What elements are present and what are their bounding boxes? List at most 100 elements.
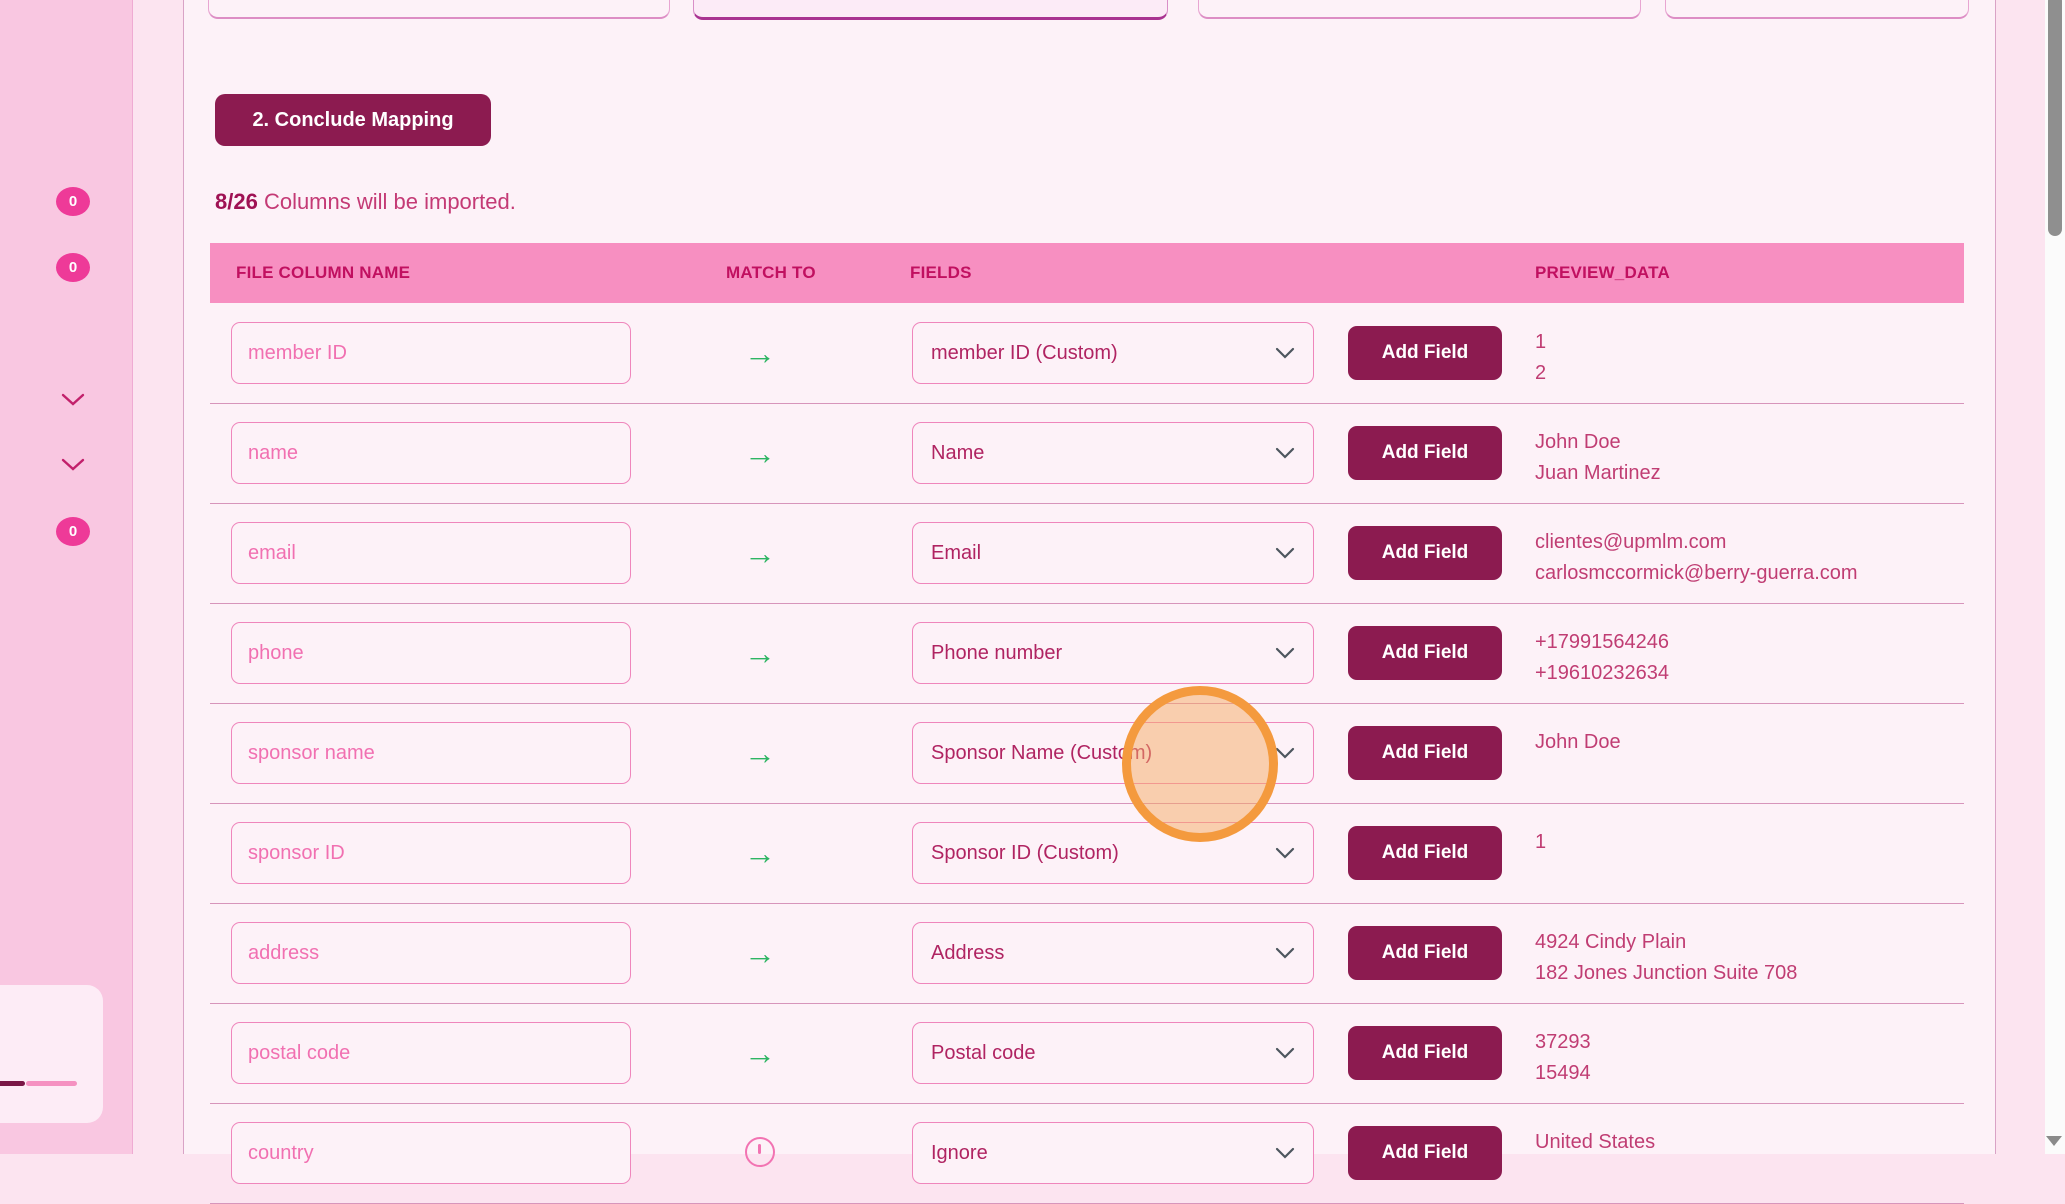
header-match-to: MATCH TO bbox=[726, 243, 816, 303]
field-select[interactable]: Address bbox=[912, 922, 1314, 984]
step-option-box[interactable] bbox=[1665, 0, 1969, 19]
preview-data: United States bbox=[1535, 1127, 1655, 1158]
preview-data: 1 bbox=[1535, 827, 1546, 858]
scroll-down-arrow-icon[interactable] bbox=[2046, 1136, 2062, 1146]
add-field-button[interactable]: Add Field bbox=[1348, 826, 1502, 880]
preview-data: clientes@upmlm.comcarlosmccormick@berry-… bbox=[1535, 527, 1858, 589]
add-field-button[interactable]: Add Field bbox=[1348, 926, 1502, 980]
field-select-label: Phone number bbox=[931, 642, 1062, 665]
add-field-button[interactable]: Add Field bbox=[1348, 626, 1502, 680]
field-select-label: Postal code bbox=[931, 1042, 1036, 1065]
preview-line: Juan Martinez bbox=[1535, 458, 1661, 489]
mapped-arrow-icon: → bbox=[744, 937, 776, 969]
preview-line: 4924 Cindy Plain bbox=[1535, 927, 1797, 958]
mapped-arrow-icon: → bbox=[744, 537, 776, 569]
field-select-label: Name bbox=[931, 442, 984, 465]
preview-line: 182 Jones Junction Suite 708 bbox=[1535, 958, 1797, 989]
match-cell: → bbox=[720, 303, 800, 403]
table-row: → Sponsor ID (Custom) Add Field 1 bbox=[210, 803, 1964, 904]
preview-line: +19610232634 bbox=[1535, 658, 1669, 689]
progress-bar-fill bbox=[0, 1081, 25, 1086]
match-cell: → bbox=[720, 903, 800, 1003]
field-select[interactable]: Postal code bbox=[912, 1022, 1314, 1084]
preview-line: United States bbox=[1535, 1127, 1655, 1158]
add-field-button[interactable]: Add Field bbox=[1348, 726, 1502, 780]
preview-line: clientes@upmlm.com bbox=[1535, 527, 1858, 558]
mapped-arrow-icon: → bbox=[744, 437, 776, 469]
field-select-label: Email bbox=[931, 542, 981, 565]
sidebar-count-badge: 0 bbox=[56, 517, 90, 546]
step-option-box-selected[interactable] bbox=[693, 0, 1168, 20]
chevron-down-icon bbox=[1275, 747, 1295, 759]
preview-line: 37293 bbox=[1535, 1027, 1591, 1058]
sidebar-count-badge: 0 bbox=[56, 187, 90, 216]
chevron-down-icon bbox=[1275, 447, 1295, 459]
import-count: 8/26 bbox=[215, 189, 258, 214]
chevron-down-icon[interactable] bbox=[61, 458, 85, 472]
preview-line: 1 bbox=[1535, 827, 1546, 858]
mapped-arrow-icon: → bbox=[744, 1037, 776, 1069]
field-select[interactable]: Email bbox=[912, 522, 1314, 584]
add-field-button[interactable]: Add Field bbox=[1348, 526, 1502, 580]
table-row: → Sponsor Name (Custom) Add Field John D… bbox=[210, 703, 1964, 804]
field-select-label: member ID (Custom) bbox=[931, 342, 1118, 365]
preview-data: 12 bbox=[1535, 327, 1546, 389]
scrollbar-thumb[interactable] bbox=[2048, 0, 2062, 236]
mapped-arrow-icon: → bbox=[744, 337, 776, 369]
preview-data: +17991564246+19610232634 bbox=[1535, 627, 1669, 689]
file-column-input[interactable] bbox=[231, 522, 631, 584]
mapped-arrow-icon: → bbox=[744, 737, 776, 769]
chevron-down-icon bbox=[1275, 847, 1295, 859]
chevron-down-icon bbox=[1275, 547, 1295, 559]
preview-line: carlosmccormick@berry-guerra.com bbox=[1535, 558, 1858, 589]
preview-line: +17991564246 bbox=[1535, 627, 1669, 658]
field-select-label: Sponsor Name (Custom) bbox=[931, 742, 1152, 765]
file-column-input[interactable] bbox=[231, 1022, 631, 1084]
step-option-box[interactable] bbox=[208, 0, 670, 19]
add-field-button[interactable]: Add Field bbox=[1348, 326, 1502, 380]
match-cell: → bbox=[720, 703, 800, 803]
file-column-input[interactable] bbox=[231, 322, 631, 384]
field-select[interactable]: Sponsor Name (Custom) bbox=[912, 722, 1314, 784]
file-column-input[interactable] bbox=[231, 622, 631, 684]
import-summary: 8/26 Columns will be imported. bbox=[215, 189, 516, 215]
match-cell: → bbox=[720, 603, 800, 703]
chevron-down-icon[interactable] bbox=[61, 393, 85, 407]
file-column-input[interactable] bbox=[231, 722, 631, 784]
progress-bar-track bbox=[26, 1081, 77, 1086]
field-select[interactable]: Ignore bbox=[912, 1122, 1314, 1184]
preview-line: John Doe bbox=[1535, 427, 1661, 458]
preview-line: 15494 bbox=[1535, 1058, 1591, 1089]
table-row: → Address Add Field 4924 Cindy Plain182 … bbox=[210, 903, 1964, 1004]
file-column-input[interactable] bbox=[231, 1122, 631, 1184]
preview-data: 4924 Cindy Plain182 Jones Junction Suite… bbox=[1535, 927, 1797, 989]
preview-line: 2 bbox=[1535, 358, 1546, 389]
match-cell: → bbox=[720, 803, 800, 903]
sidebar: 0 0 0 bbox=[0, 0, 133, 1154]
field-select[interactable]: Phone number bbox=[912, 622, 1314, 684]
mapped-arrow-icon: → bbox=[744, 637, 776, 669]
field-select[interactable]: Sponsor ID (Custom) bbox=[912, 822, 1314, 884]
add-field-button[interactable]: Add Field bbox=[1348, 426, 1502, 480]
file-column-input[interactable] bbox=[231, 822, 631, 884]
field-select[interactable]: member ID (Custom) bbox=[912, 322, 1314, 384]
step-option-box[interactable] bbox=[1198, 0, 1641, 19]
table-row: → Phone number Add Field +17991564246+19… bbox=[210, 603, 1964, 704]
main-content: 2. Conclude Mapping 8/26 Columns will be… bbox=[183, 0, 1996, 1154]
file-column-input[interactable] bbox=[231, 422, 631, 484]
preview-data: John DoeJuan Martinez bbox=[1535, 427, 1661, 489]
chevron-down-icon bbox=[1275, 347, 1295, 359]
preview-data: John Doe bbox=[1535, 727, 1621, 758]
chevron-down-icon bbox=[1275, 947, 1295, 959]
add-field-button[interactable]: Add Field bbox=[1348, 1126, 1502, 1180]
mapped-arrow-icon: → bbox=[744, 837, 776, 869]
field-select[interactable]: Name bbox=[912, 422, 1314, 484]
preview-line: 1 bbox=[1535, 327, 1546, 358]
conclude-mapping-button[interactable]: 2. Conclude Mapping bbox=[215, 94, 491, 146]
chevron-down-icon bbox=[1275, 1147, 1295, 1159]
file-column-input[interactable] bbox=[231, 922, 631, 984]
add-field-button[interactable]: Add Field bbox=[1348, 1026, 1502, 1080]
scrollbar-track[interactable] bbox=[2045, 0, 2065, 1154]
match-cell: → bbox=[720, 503, 800, 603]
field-select-label: Address bbox=[931, 942, 1004, 965]
